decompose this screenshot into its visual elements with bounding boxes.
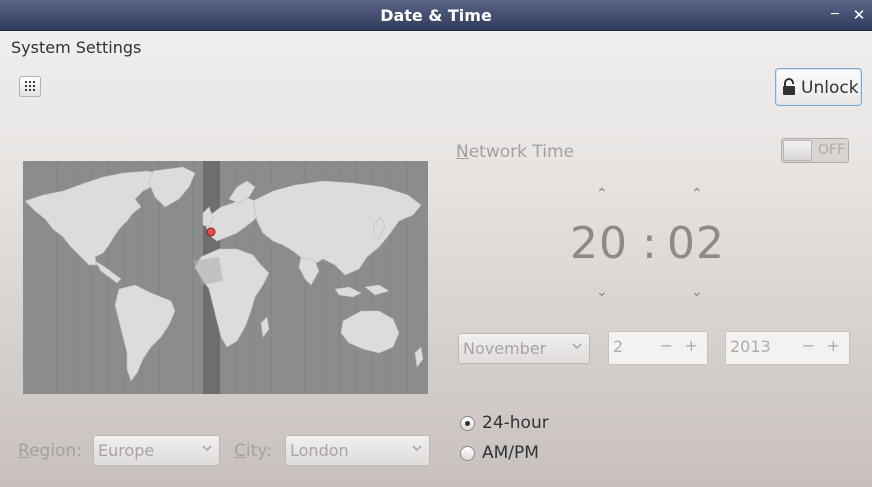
lock-icon [783,78,795,95]
chevron-down-icon [202,445,212,452]
format-ampm-label[interactable]: AM/PM [482,443,539,463]
year-increment-button[interactable]: + [827,336,840,355]
time-separator: : [642,218,658,269]
unlock-button[interactable]: Unlock [775,68,862,106]
chevron-down-icon [412,445,422,452]
day-spinbutton[interactable]: 2 − + [608,331,708,365]
minimize-icon[interactable]: ─ [826,6,844,24]
city-combo[interactable]: London [285,435,430,466]
year-decrement-button[interactable]: − [802,336,815,355]
region-value: Europe [98,441,155,460]
unlock-label: Unlock [801,78,859,98]
window-title: Date & Time [380,6,492,25]
chevron-down-icon [572,343,582,350]
day-increment-button[interactable]: + [685,336,698,355]
timezone-map[interactable] [23,161,428,394]
minutes-value[interactable]: 02 [667,218,725,269]
title-bar[interactable]: Date & Time ─ ✕ [0,0,872,31]
hours-value[interactable]: 20 [570,218,628,269]
year-value[interactable]: 2013 [730,337,771,356]
network-time-label: Network Time [456,142,574,162]
world-map [23,161,428,394]
month-value: November [463,339,547,358]
all-settings-button[interactable] [19,76,41,97]
year-spinbutton[interactable]: 2013 − + [725,331,850,365]
format-ampm-radio[interactable] [460,446,475,461]
switch-knob [783,140,812,161]
radio-selected-dot [465,421,470,426]
format-24h-label[interactable]: 24-hour [482,413,549,433]
network-time-switch[interactable]: OFF [781,138,849,163]
format-24h-radio[interactable] [460,416,475,431]
day-decrement-button[interactable]: − [660,336,673,355]
city-value: London [290,441,349,460]
minute-up-icon[interactable]: ⌃ [691,186,703,202]
hour-down-icon[interactable]: ⌄ [596,284,608,300]
grid-icon [25,81,35,91]
switch-state-label: OFF [818,142,846,158]
region-combo[interactable]: Europe [93,435,220,466]
close-icon[interactable]: ✕ [850,6,868,24]
breadcrumb[interactable]: System Settings [11,38,141,57]
city-label: City: [234,441,272,461]
month-combo[interactable]: November [458,333,590,364]
date-time-window: Date & Time ─ ✕ System Settings Unlock N… [0,0,872,487]
location-marker [206,227,216,237]
region-label: Region: [18,441,82,461]
hour-up-icon[interactable]: ⌃ [596,186,608,202]
minute-down-icon[interactable]: ⌄ [691,284,703,300]
day-value[interactable]: 2 [613,337,623,356]
